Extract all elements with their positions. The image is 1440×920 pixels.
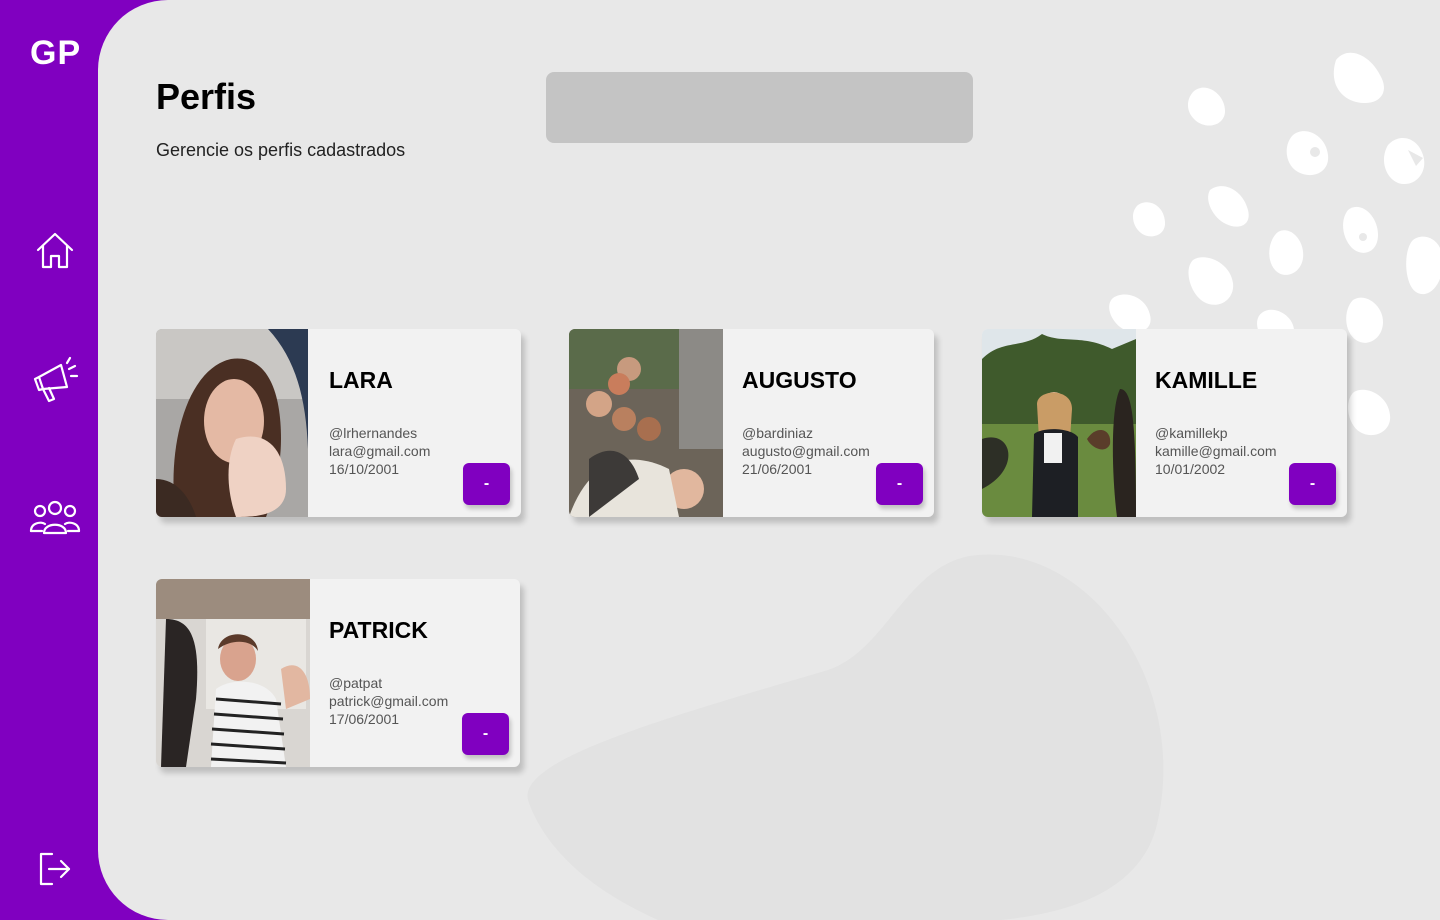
- profile-name: PATRICK: [329, 617, 428, 643]
- sidebar-item-announcements[interactable]: [26, 352, 84, 410]
- page-subtitle: Gerencie os perfis cadastrados: [156, 140, 406, 160]
- profile-email: augusto@gmail.com: [742, 443, 870, 459]
- app-logo: GP: [30, 34, 82, 72]
- profile-birthdate: 16/10/2001: [329, 461, 400, 477]
- profile-card: PATRICK @patpat patrick@gmail.com 17/06/…: [156, 579, 520, 767]
- profile-card: KAMILLE @kamillekp kamille@gmail.com 10/…: [982, 329, 1347, 517]
- profile-photo: [156, 329, 308, 517]
- profile-name: LARA: [329, 367, 393, 393]
- sidebar-item-profiles[interactable]: [26, 488, 84, 546]
- profile-username: @patpat: [329, 675, 383, 691]
- logout-icon: [39, 852, 71, 886]
- profile-birthdate: 21/06/2001: [742, 461, 813, 477]
- remove-profile-button[interactable]: -: [463, 463, 510, 505]
- remove-profile-button[interactable]: -: [462, 713, 509, 755]
- page-title: Perfis: [156, 76, 257, 117]
- logout-button[interactable]: [26, 840, 84, 898]
- profile-username: @lrhernandes: [329, 425, 418, 441]
- profile-username: @kamillekp: [1155, 425, 1228, 441]
- profile-username: @bardiniaz: [742, 425, 814, 441]
- sidebar-item-home[interactable]: [26, 222, 84, 280]
- users-icon: [29, 500, 81, 535]
- search-input[interactable]: [546, 72, 973, 143]
- profile-name: AUGUSTO: [742, 367, 857, 393]
- profile-card: AUGUSTO @bardiniaz augusto@gmail.com 21/…: [569, 329, 934, 517]
- profile-photo: [982, 329, 1136, 517]
- megaphone-icon: [33, 356, 79, 403]
- profile-card: LARA @lrhernandes lara@gmail.com 16/10/2…: [156, 329, 521, 517]
- remove-profile-button[interactable]: -: [1289, 463, 1336, 505]
- profile-birthdate: 10/01/2002: [1155, 461, 1226, 477]
- main-content: Perfis Gerencie os perfis cadastrados LA…: [98, 0, 1440, 920]
- remove-profile-button[interactable]: -: [876, 463, 923, 505]
- home-icon: [36, 232, 74, 269]
- profile-name: KAMILLE: [1155, 367, 1258, 393]
- profile-email: lara@gmail.com: [329, 443, 431, 459]
- profile-email: kamille@gmail.com: [1155, 443, 1277, 459]
- profile-birthdate: 17/06/2001: [329, 711, 400, 727]
- profile-email: patrick@gmail.com: [329, 693, 449, 709]
- profile-photo: [569, 329, 723, 517]
- profile-photo: [156, 579, 310, 767]
